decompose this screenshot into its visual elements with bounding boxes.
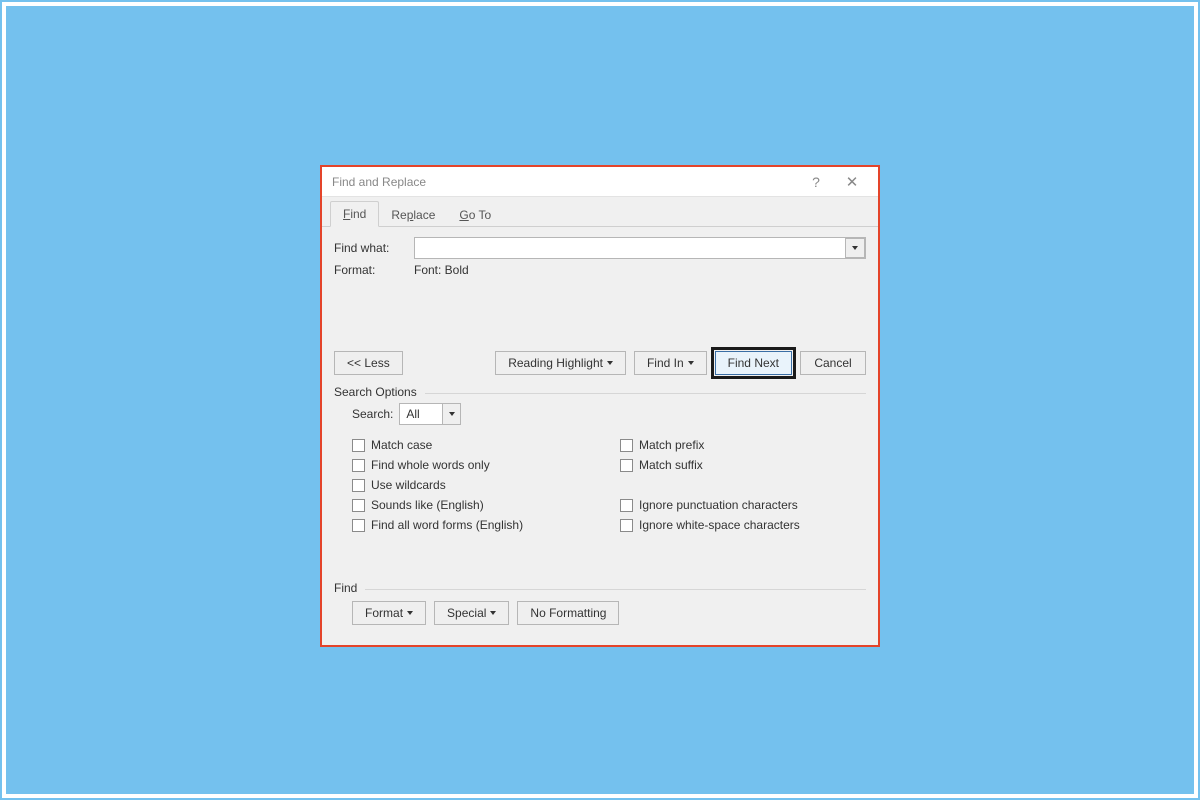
dialog-body: Find Replace Go To Find what: Format: Fo… — [322, 197, 878, 645]
checkbox-icon — [352, 499, 365, 512]
checkbox-col-right: Match prefix Match suffix Ignore punctua… — [620, 435, 858, 535]
find-what-input[interactable] — [414, 237, 866, 259]
close-icon[interactable]: ✕ — [834, 168, 870, 196]
format-label: Format: — [334, 263, 414, 277]
find-footer-group: Find Format Special No Formatting — [334, 581, 866, 633]
caret-down-icon — [688, 361, 694, 365]
search-direction-row: Search: All — [352, 403, 858, 425]
find-footer-legend: Find — [334, 581, 365, 595]
checkbox-col-left: Match case Find whole words only Use wil… — [352, 435, 590, 535]
checkbox-icon — [620, 499, 633, 512]
special-button[interactable]: Special — [434, 601, 509, 625]
wildcards-checkbox[interactable]: Use wildcards — [352, 475, 590, 495]
format-row: Format: Font: Bold — [334, 263, 866, 277]
find-what-row: Find what: — [334, 237, 866, 259]
match-suffix-checkbox[interactable]: Match suffix — [620, 455, 858, 475]
checkbox-icon — [620, 459, 633, 472]
help-icon[interactable] — [798, 168, 834, 196]
tab-goto[interactable]: Go To — [447, 203, 503, 227]
caret-down-icon — [490, 611, 496, 615]
find-in-button[interactable]: Find In — [634, 351, 707, 375]
format-button[interactable]: Format — [352, 601, 426, 625]
action-buttons: << Less Reading Highlight Find In Find N… — [334, 351, 866, 375]
ignore-whitespace-checkbox[interactable]: Ignore white-space characters — [620, 515, 858, 535]
checkbox-icon — [620, 519, 633, 532]
checkbox-icon — [352, 439, 365, 452]
match-prefix-checkbox[interactable]: Match prefix — [620, 435, 858, 455]
checkbox-icon — [352, 519, 365, 532]
checkbox-icon — [620, 439, 633, 452]
tab-replace[interactable]: Replace — [379, 203, 447, 227]
find-replace-dialog: Find and Replace ✕ Find Replace Go To Fi… — [320, 165, 880, 647]
checkbox-icon — [352, 479, 365, 492]
dialog-title: Find and Replace — [332, 175, 426, 189]
dialog-titlebar: Find and Replace ✕ — [322, 167, 878, 197]
chevron-down-icon[interactable] — [845, 238, 865, 258]
search-options-group: Search Options Search: All Match case — [334, 385, 866, 571]
chevron-down-icon — [442, 404, 460, 424]
search-label: Search: — [352, 407, 393, 421]
no-formatting-button[interactable]: No Formatting — [517, 601, 619, 625]
tab-find[interactable]: Find — [330, 201, 379, 227]
whole-words-checkbox[interactable]: Find whole words only — [352, 455, 590, 475]
checkbox-icon — [352, 459, 365, 472]
match-case-checkbox[interactable]: Match case — [352, 435, 590, 455]
less-button[interactable]: << Less — [334, 351, 403, 375]
format-value: Font: Bold — [414, 263, 469, 277]
caret-down-icon — [407, 611, 413, 615]
caret-down-icon — [607, 361, 613, 365]
find-next-button[interactable]: Find Next — [715, 351, 792, 375]
reading-highlight-button[interactable]: Reading Highlight — [495, 351, 626, 375]
word-forms-checkbox[interactable]: Find all word forms (English) — [352, 515, 590, 535]
tabs: Find Replace Go To — [322, 197, 878, 227]
cancel-button[interactable]: Cancel — [800, 351, 866, 375]
search-direction-select[interactable]: All — [399, 403, 461, 425]
sounds-like-checkbox[interactable]: Sounds like (English) — [352, 495, 590, 515]
search-options-legend: Search Options — [334, 385, 425, 399]
checkbox-columns: Match case Find whole words only Use wil… — [342, 435, 858, 535]
find-what-label: Find what: — [334, 241, 414, 255]
ignore-punctuation-checkbox[interactable]: Ignore punctuation characters — [620, 495, 858, 515]
